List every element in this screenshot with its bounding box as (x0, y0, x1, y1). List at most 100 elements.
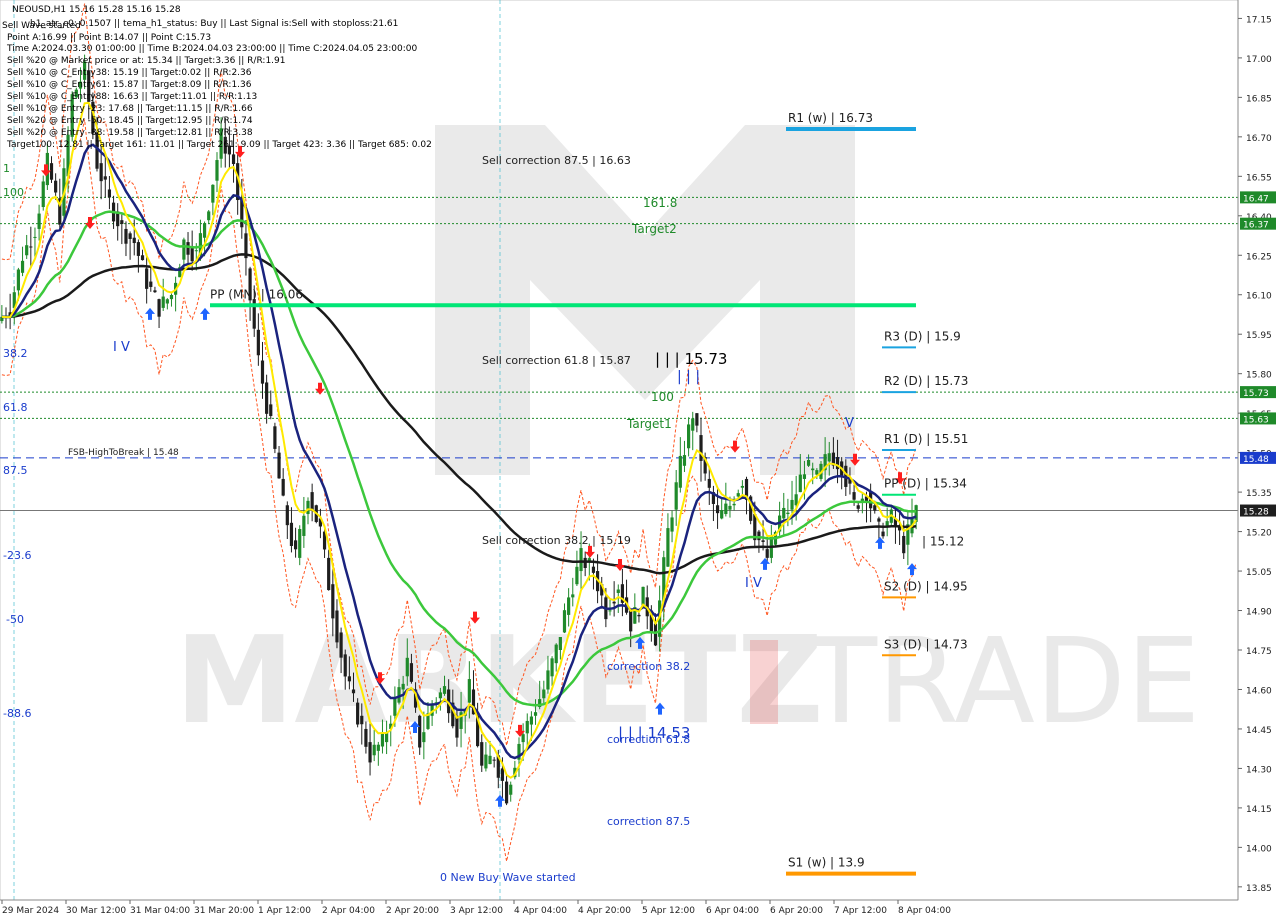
candle-body (509, 784, 513, 795)
candle-body (653, 623, 658, 646)
annotation-sell-correction-618: Sell correction 61.8 | 15.87 (482, 354, 631, 367)
price-tick-label: 14.90 (1246, 608, 1272, 618)
annotation-100: 100 (651, 390, 674, 404)
price-tick-label: 16.85 (1246, 94, 1272, 104)
candle-body (339, 632, 343, 658)
candle-body (720, 510, 724, 519)
price-chart[interactable]: MARKETZ TRADE FSB-HighToBreak | 15.48 R1… (0, 0, 1280, 920)
candle-body (273, 426, 277, 449)
price-tick-label: 14.75 (1246, 647, 1272, 657)
candle-body (422, 732, 426, 743)
left-label-100: 100 (3, 186, 24, 199)
candle-body (364, 728, 368, 747)
annotation-sell-correction-382: Sell correction 38.2 | 15.19 (482, 534, 631, 547)
candle-body (873, 505, 877, 511)
time-tick-label: 31 Mar 20:00 (194, 906, 254, 916)
candle-body (182, 239, 186, 260)
candle-body (103, 176, 107, 180)
price-tick-label: 17.15 (1246, 15, 1272, 25)
left-label-minus-236: -23.6 (3, 549, 31, 562)
candle-body (715, 505, 720, 514)
annotation-target1: Target1 (626, 417, 672, 431)
time-tick-label: 4 Apr 20:00 (578, 906, 631, 916)
candle-body (525, 720, 529, 734)
candle-body (583, 557, 587, 568)
candle-body (302, 515, 306, 536)
candle-body (670, 517, 674, 532)
candle-body (49, 163, 54, 180)
candle-body (29, 246, 33, 248)
candle-body (376, 744, 380, 751)
sell-wave-overlay: Sell Wave started (2, 21, 81, 31)
candle-body (740, 485, 744, 488)
candle-body (699, 435, 703, 461)
info-line-10: Sell %20 @ Entry -50: 18.45 || Target:12… (7, 116, 253, 126)
price-tick-label: 13.85 (1246, 884, 1272, 894)
annotation-wave-3: | | | (677, 369, 700, 385)
price-badge-label: 16.37 (1243, 221, 1269, 231)
candle-body (790, 499, 794, 510)
candle-body (856, 505, 860, 509)
info-line-3: Point A:16.99 || Point B:14.07 || Point … (7, 33, 211, 43)
candle-body (269, 404, 273, 416)
info-line-4: Time A:2024.03.30 01:00:00 || Time B:202… (6, 44, 417, 54)
watermark-red-bar (750, 640, 778, 724)
candle-body (806, 459, 811, 466)
annotation-sell-correction-875: Sell correction 87.5 | 16.63 (482, 154, 631, 167)
level-label: R1 (D) | 15.51 (884, 432, 968, 446)
candle-body (215, 160, 219, 181)
candle-body (629, 610, 633, 632)
candle-body (724, 503, 728, 515)
level-label: S3 (D) | 14.73 (884, 637, 968, 651)
candle-body (674, 482, 678, 510)
candle-body (554, 644, 558, 664)
chart-background (0, 0, 1280, 920)
info-line-1: NEOUSD,H1 15.16 15.28 15.16 15.28 (12, 5, 181, 15)
candle-body (467, 679, 471, 703)
candle-body (360, 715, 364, 725)
candle-body (786, 512, 790, 515)
candle-body (380, 732, 385, 747)
price-tick-label: 16.70 (1246, 134, 1272, 144)
time-tick-label: 3 Apr 12:00 (450, 906, 503, 916)
candle-body (202, 223, 207, 238)
candle-body (798, 474, 802, 493)
candle-body (575, 566, 579, 585)
left-label-minus-50: -50 (6, 613, 24, 626)
candle-body (306, 500, 310, 515)
candle-body (107, 189, 112, 198)
candle-body (641, 586, 645, 607)
time-tick-label: 29 Mar 2024 (2, 906, 59, 916)
candle-body (567, 597, 571, 615)
info-line-9: Sell %10 @ Entry -23: 17.68 || Target:11… (7, 104, 253, 114)
candle-body (54, 180, 58, 193)
left-label-1: 1 (3, 162, 10, 175)
left-label-875: 87.5 (3, 464, 28, 477)
candle-body (418, 715, 422, 748)
candle-body (190, 246, 194, 262)
left-label-382: 38.2 (3, 347, 28, 360)
candle-body (16, 269, 21, 291)
annotation-1618: 161.8 (643, 196, 677, 210)
level-label: PP (MN) | 16.06 (210, 287, 303, 301)
candle-body (442, 686, 447, 694)
candle-body (161, 296, 165, 308)
price-tick-label: 16.55 (1246, 173, 1272, 183)
time-tick-label: 6 Apr 20:00 (770, 906, 823, 916)
candle-body (591, 566, 596, 573)
candle-body (231, 154, 236, 165)
candle-body (37, 213, 41, 229)
time-tick-label: 5 Apr 12:00 (642, 906, 695, 916)
annotation-correction-875: correction 87.5 (607, 815, 690, 828)
candle-body (542, 689, 546, 699)
candle-body (666, 528, 670, 567)
price-badge-label: 15.28 (1243, 508, 1269, 518)
candle-body (41, 181, 45, 208)
annotation-point-c: | | | 15.73 (655, 350, 727, 368)
price-tick-label: 14.00 (1246, 844, 1272, 854)
price-tick-label: 14.60 (1246, 686, 1272, 696)
candle-body (20, 260, 25, 273)
info-line-6: Sell %10 @ C_Entry38: 15.19 || Target:0.… (7, 68, 252, 78)
candle-body (256, 329, 260, 356)
candle-body (260, 360, 265, 384)
